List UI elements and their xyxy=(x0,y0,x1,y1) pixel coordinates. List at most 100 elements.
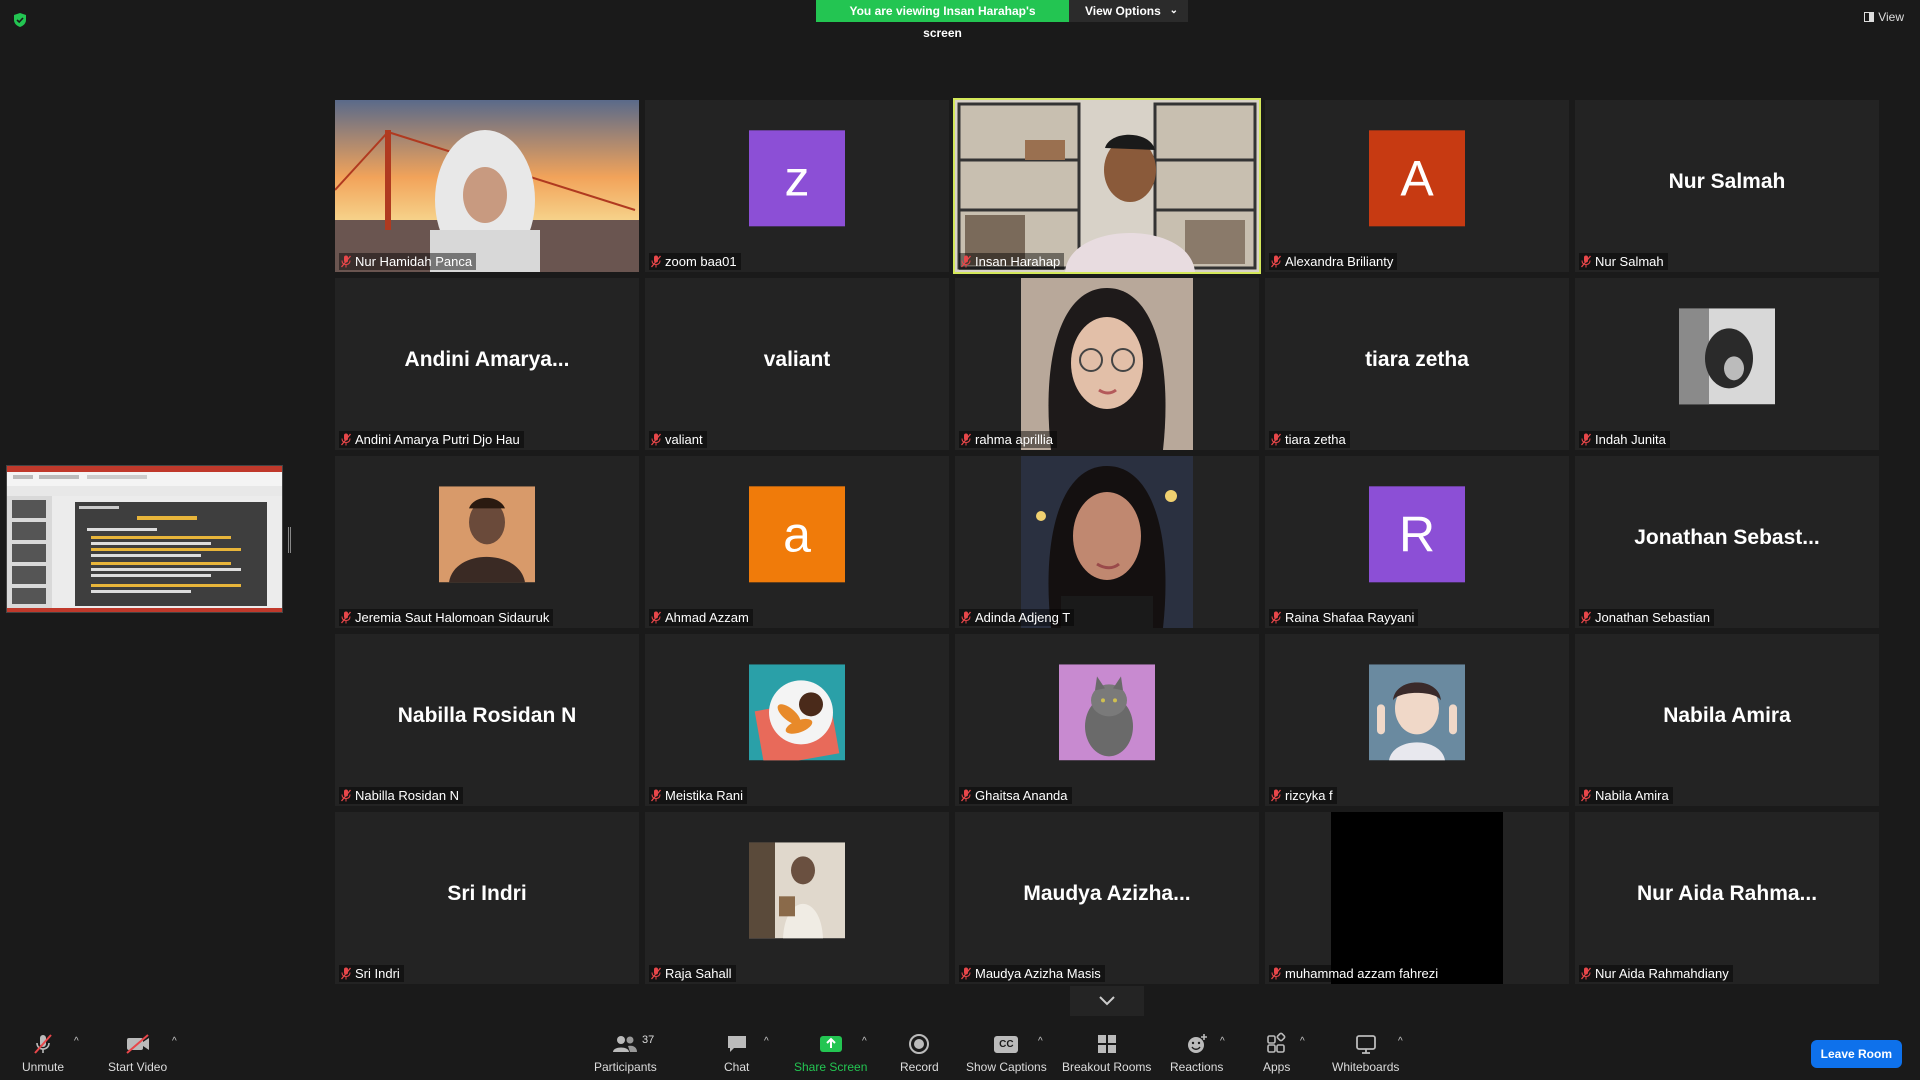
participant-nameplate: Jeremia Saut Halomoan Sidauruk xyxy=(339,609,554,626)
participant-name: Raina Shafaa Rayyani xyxy=(1285,610,1415,625)
leave-room-button[interactable]: Leave Room xyxy=(1810,1040,1902,1068)
captions-icon: CC xyxy=(994,1035,1019,1053)
participant-tile[interactable]: Raja Sahall xyxy=(645,812,949,984)
participant-display-name: valiant xyxy=(763,348,831,371)
mic-muted-icon xyxy=(1271,789,1281,802)
participant-name: Nabilla Rosidan N xyxy=(355,788,460,803)
whiteboards-button[interactable]: Whiteboards xyxy=(1332,1032,1399,1074)
mic-muted-icon xyxy=(961,255,971,268)
view-button[interactable]: View xyxy=(1864,10,1904,24)
chat-options-caret[interactable]: ^ xyxy=(764,1036,769,1047)
participant-tile[interactable]: Jonathan Sebast... Jonathan Sebastian xyxy=(1575,456,1879,628)
chat-label: Chat xyxy=(724,1060,750,1074)
reactions-options-caret[interactable]: ^ xyxy=(1220,1036,1225,1047)
mic-muted-icon xyxy=(341,433,351,446)
participant-tile[interactable]: a Ahmad Azzam xyxy=(645,456,949,628)
apps-options-caret[interactable]: ^ xyxy=(1300,1036,1305,1047)
share-options-caret[interactable]: ^ xyxy=(862,1036,867,1047)
participant-display-name: Nabila Amira xyxy=(1663,704,1791,727)
profile-photo xyxy=(1059,664,1155,761)
participant-nameplate: Indah Junita xyxy=(1579,431,1670,448)
unmute-button[interactable]: Unmute xyxy=(22,1032,64,1074)
participant-tile[interactable]: z zoom baa01 xyxy=(645,100,949,272)
mic-muted-icon xyxy=(1271,255,1281,268)
mic-muted-icon xyxy=(961,611,971,624)
apps-button[interactable]: Apps xyxy=(1263,1032,1290,1074)
participants-icon xyxy=(613,1036,638,1052)
participant-tile[interactable]: Insan Harahap xyxy=(953,98,1261,274)
whiteboards-label: Whiteboards xyxy=(1332,1060,1400,1074)
share-screen-button[interactable]: Share Screen xyxy=(794,1032,867,1074)
participant-tile[interactable]: rizcyka f xyxy=(1265,634,1569,806)
participant-tile[interactable]: Adinda Adjeng T xyxy=(955,456,1259,628)
profile-photo xyxy=(439,486,535,583)
chat-button[interactable]: Chat xyxy=(724,1032,749,1074)
mic-muted-icon xyxy=(1271,611,1281,624)
participant-tile[interactable]: Nur Hamidah Panca xyxy=(335,100,639,272)
mic-muted-icon xyxy=(961,789,971,802)
participant-nameplate: Alexandra Brilianty xyxy=(1269,253,1398,270)
participant-tile[interactable]: A Alexandra Brilianty xyxy=(1265,100,1569,272)
mic-muted-icon xyxy=(341,611,351,624)
participant-tile[interactable]: Meistika Rani xyxy=(645,634,949,806)
participant-tile[interactable]: Jeremia Saut Halomoan Sidauruk xyxy=(335,456,639,628)
breakout-rooms-icon xyxy=(1097,1035,1116,1053)
profile-photo xyxy=(1369,664,1465,761)
participant-name: Indah Junita xyxy=(1595,432,1666,447)
participant-nameplate: Meistika Rani xyxy=(649,787,748,804)
view-options-label: View Options xyxy=(1085,4,1161,18)
show-captions-button[interactable]: CC Show Captions xyxy=(966,1032,1047,1074)
mic-muted-icon xyxy=(34,1034,52,1054)
participant-nameplate: zoom baa01 xyxy=(649,253,741,270)
reactions-icon xyxy=(1187,1034,1207,1053)
scroll-down-button[interactable] xyxy=(1070,986,1144,1016)
start-video-button[interactable]: Start Video xyxy=(108,1032,167,1074)
record-button[interactable]: Record xyxy=(900,1032,939,1074)
participant-video xyxy=(1331,812,1503,984)
gallery-grid: Nur Hamidah Panca z zoom baa01 Insan Haraha… xyxy=(335,98,1880,984)
participant-display-name: tiara zetha xyxy=(1365,348,1469,371)
mic-muted-icon xyxy=(651,789,661,802)
unmute-label: Unmute xyxy=(22,1060,65,1074)
participant-tile[interactable]: Maudya Azizha... Maudya Azizha Masis xyxy=(955,812,1259,984)
participant-tile[interactable]: Nur Aida Rahma... Nur Aida Rahmahdiany xyxy=(1575,812,1879,984)
participant-tile[interactable]: Nabilla Rosidan N Nabilla Rosidan N xyxy=(335,634,639,806)
audio-options-caret[interactable]: ^ xyxy=(74,1036,79,1047)
chevron-down-icon xyxy=(1099,996,1115,1006)
participant-tile[interactable]: valiant valiant xyxy=(645,278,949,450)
show-captions-label: Show Captions xyxy=(966,1060,1047,1074)
participant-name: valiant xyxy=(665,432,703,447)
mic-muted-icon xyxy=(961,433,971,446)
participant-name: Meistika Rani xyxy=(665,788,744,803)
participant-tile[interactable]: Indah Junita xyxy=(1575,278,1879,450)
participant-tile[interactable]: Andini Amarya... Andini Amarya Putri Djo … xyxy=(335,278,639,450)
participant-display-name: Nabilla Rosidan N xyxy=(397,704,577,727)
video-options-caret[interactable]: ^ xyxy=(172,1036,177,1047)
meeting-toolbar: Unmute ^ Start Video ^ Participants 37 C… xyxy=(0,1020,1920,1080)
participant-name: Andini Amarya Putri Djo Hau xyxy=(355,432,520,447)
participant-tile[interactable]: Nur Salmah Nur Salmah xyxy=(1575,100,1879,272)
gallery-view-icon xyxy=(1864,12,1875,22)
video-off-icon xyxy=(125,1034,149,1054)
mic-muted-icon xyxy=(1581,433,1591,446)
participant-tile[interactable]: tiara zetha tiara zetha xyxy=(1265,278,1569,450)
shared-screen-thumbnail[interactable] xyxy=(6,465,283,613)
breakout-rooms-button[interactable]: Breakout Rooms xyxy=(1062,1032,1151,1074)
participant-tile[interactable]: Ghaitsa Ananda xyxy=(955,634,1259,806)
participant-tile[interactable]: R Raina Shafaa Rayyani xyxy=(1265,456,1569,628)
participant-nameplate: Nabilla Rosidan N xyxy=(339,787,464,804)
view-options-button[interactable]: View Options ⌄ xyxy=(1069,0,1188,22)
reactions-label: Reactions xyxy=(1170,1060,1224,1074)
breakout-rooms-label: Breakout Rooms xyxy=(1062,1060,1152,1074)
participant-tile[interactable]: muhammad azzam fahrezi xyxy=(1265,812,1569,984)
captions-options-caret[interactable]: ^ xyxy=(1038,1036,1043,1047)
resize-handle[interactable] xyxy=(288,527,291,553)
participant-nameplate: Andini Amarya Putri Djo Hau xyxy=(339,431,524,448)
shield-icon[interactable] xyxy=(12,12,28,28)
participant-tile[interactable]: Sri Indri Sri Indri xyxy=(335,812,639,984)
whiteboards-options-caret[interactable]: ^ xyxy=(1398,1036,1403,1047)
reactions-button[interactable]: Reactions xyxy=(1170,1032,1223,1074)
participant-tile[interactable]: rahma aprillia xyxy=(955,278,1259,450)
participant-tile[interactable]: Nabila Amira Nabila Amira xyxy=(1575,634,1879,806)
mic-muted-icon xyxy=(651,967,661,980)
